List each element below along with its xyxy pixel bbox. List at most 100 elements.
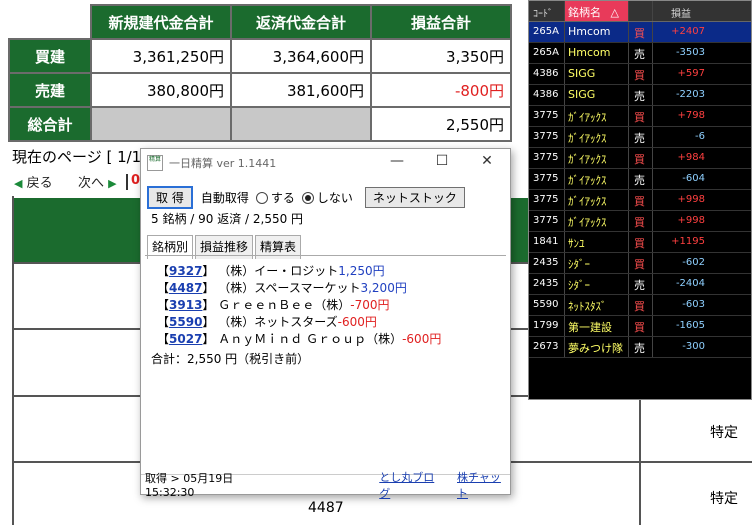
board-row[interactable]: 5590 ﾈｯﾄｽﾀｽﾞ買 -603 <box>529 295 751 316</box>
board-pnl: -602 <box>682 257 705 268</box>
table-border-left <box>12 196 14 525</box>
board-row[interactable]: 3775 ｶﾞｲｱｯｸｽ買 +998 <box>529 211 751 232</box>
board-row[interactable]: 2673 夢みつけ隊売 -300 <box>529 337 751 358</box>
board-row[interactable]: 2435 ｼﾀﾞｰ買 -602 <box>529 253 751 274</box>
board-side: 買 <box>629 64 653 84</box>
board-name: SIGG <box>565 85 629 105</box>
board-pnl: -300 <box>682 341 705 352</box>
board-row[interactable]: 2435 ｼﾀﾞｰ売 -2404 <box>529 274 751 295</box>
board-row[interactable]: 3775 ｶﾞｲｱｯｸｽ買 +798 <box>529 106 751 127</box>
stock-code-link[interactable]: 3913 <box>169 298 202 312</box>
board-row[interactable]: 1799 第一建設買 -1605 <box>529 316 751 337</box>
board-side: 買 <box>629 148 653 168</box>
row-label-grand-total: 総合計 <box>8 106 92 142</box>
radio-yes[interactable] <box>255 191 268 204</box>
summary-line: 5 銘柄 / 90 返済 / 2,550 円 <box>151 212 304 226</box>
header-new-total: 新規建代金合計 <box>90 4 232 40</box>
app-icon: 精算 <box>147 155 163 171</box>
status-bar: 取得 > 05月19日 15:32:30 とし丸ブログ 株チャット <box>141 471 510 500</box>
status-text: 取得 > 05月19日 15:32:30 <box>145 472 234 499</box>
nav-divider <box>126 174 128 190</box>
pnl-summary-table: 新規建代金合計 返済代金合計 損益合計 買建 3,361,250円 3,364,… <box>8 4 512 142</box>
triangle-right-icon: ▶ <box>108 177 117 190</box>
grand-close-empty <box>230 106 372 142</box>
board-code: 4386 <box>529 85 565 105</box>
board-name: SIGG <box>565 64 629 84</box>
maximize-button[interactable]: ☐ <box>422 153 462 169</box>
grand-new-empty <box>90 106 232 142</box>
stock-amount: -600円 <box>402 332 442 346</box>
stock-amount: 3,200円 <box>360 281 407 295</box>
col-side[interactable] <box>629 1 653 21</box>
stock-name: （株）イー・ロジット <box>218 264 339 278</box>
close-button[interactable]: ✕ <box>467 153 507 169</box>
board-name: ｼﾀﾞｰ <box>565 253 629 273</box>
window-title: 一日精算 ver 1.1441 <box>169 157 277 170</box>
board-name: Hmcom <box>565 43 629 63</box>
code-cell: 4487 <box>308 500 344 516</box>
board-side: 買 <box>629 22 653 42</box>
board-header: ｺｰﾄﾞ 銘柄名 △ 損益 <box>529 1 751 22</box>
radio-no[interactable] <box>301 191 314 204</box>
col-code[interactable]: ｺｰﾄﾞ <box>529 1 565 21</box>
settlement-window: 精算 一日精算 ver 1.1441 — ☐ ✕ 取 得 自動取得 する しない… <box>140 148 511 500</box>
board-name: ｶﾞｲｱｯｸｽ <box>565 169 629 189</box>
board-name: 夢みつけ隊 <box>565 337 629 357</box>
stock-amount: -600円 <box>337 315 377 329</box>
board-name: Hmcom <box>565 22 629 42</box>
board-pnl: +998 <box>677 215 705 226</box>
buy-close-total: 3,364,600円 <box>230 38 372 74</box>
board-code: 2673 <box>529 337 565 357</box>
board-side: 買 <box>629 316 653 336</box>
board-pnl: -1605 <box>675 320 705 331</box>
board-row[interactable]: 265A Hmcom 買 +2407 <box>529 22 751 43</box>
stock-item: 【5027】 ＡｎｙＭｉｎｄ Ｇｒｏｕｐ（株）-600円 <box>157 332 442 346</box>
board-name: 第一建設 <box>565 316 629 336</box>
board-side: 売 <box>629 127 653 147</box>
sell-new-total: 380,800円 <box>90 72 232 108</box>
blog-link[interactable]: とし丸ブログ <box>379 469 443 501</box>
prev-link[interactable]: ◀ 戻る <box>14 172 53 191</box>
stock-code-link[interactable]: 5027 <box>169 332 202 346</box>
board-side: 買 <box>629 190 653 210</box>
chart-link[interactable]: 株チャット <box>457 469 510 501</box>
stock-amount: 1,250円 <box>338 264 385 278</box>
board-code: 3775 <box>529 169 565 189</box>
buy-pnl: 3,350円 <box>370 38 512 74</box>
board-name: ｶﾞｲｱｯｸｽ <box>565 148 629 168</box>
radio-no-label: しない <box>316 191 353 205</box>
col-name-label: 銘柄名 <box>568 6 601 19</box>
buy-new-total: 3,361,250円 <box>90 38 232 74</box>
next-link[interactable]: 次へ ▶ <box>78 172 117 191</box>
board-row[interactable]: 1841 ｻﾝﾕ買 +1195 <box>529 232 751 253</box>
board-row[interactable]: 3775 ｶﾞｲｱｯｸｽ売 -6 <box>529 127 751 148</box>
stock-code-link[interactable]: 9327 <box>169 264 202 278</box>
board-code: 2435 <box>529 274 565 294</box>
col-pnl[interactable]: 損益 <box>653 1 709 21</box>
board-row[interactable]: 265A Hmcom 売 -3503 <box>529 43 751 64</box>
stock-name: （株）スペースマーケット <box>218 281 361 295</box>
board-row[interactable]: 4386 SIGG 売 -2203 <box>529 85 751 106</box>
board-code: 3775 <box>529 211 565 231</box>
board-side: 売 <box>629 274 653 294</box>
board-row[interactable]: 4386 SIGG 買 +597 <box>529 64 751 85</box>
board-code: 3775 <box>529 127 565 147</box>
stock-code-link[interactable]: 4487 <box>169 281 202 295</box>
board-row[interactable]: 3775 ｶﾞｲｱｯｸｽ買 +984 <box>529 148 751 169</box>
board-pnl: +597 <box>677 68 705 79</box>
radio-yes-label: する <box>270 191 295 205</box>
board-pnl: -2203 <box>675 89 705 100</box>
minimize-button[interactable]: — <box>377 153 417 169</box>
next-label: 次へ <box>78 176 105 191</box>
stock-code-link[interactable]: 5590 <box>169 315 202 329</box>
netstock-button[interactable]: ネットストック <box>364 187 465 208</box>
stock-name: ＧｒｅｅｎＢｅｅ（株） <box>218 298 351 312</box>
board-row[interactable]: 3775 ｶﾞｲｱｯｸｽ買 +998 <box>529 190 751 211</box>
board-pnl: -3503 <box>675 47 705 58</box>
board-code: 5590 <box>529 295 565 315</box>
fetch-button[interactable]: 取 得 <box>147 186 193 209</box>
board-pnl: +1195 <box>671 236 705 247</box>
board-row[interactable]: 3775 ｶﾞｲｱｯｸｽ売 -604 <box>529 169 751 190</box>
board-code: 4386 <box>529 64 565 84</box>
col-name[interactable]: 銘柄名 △ <box>565 1 629 21</box>
